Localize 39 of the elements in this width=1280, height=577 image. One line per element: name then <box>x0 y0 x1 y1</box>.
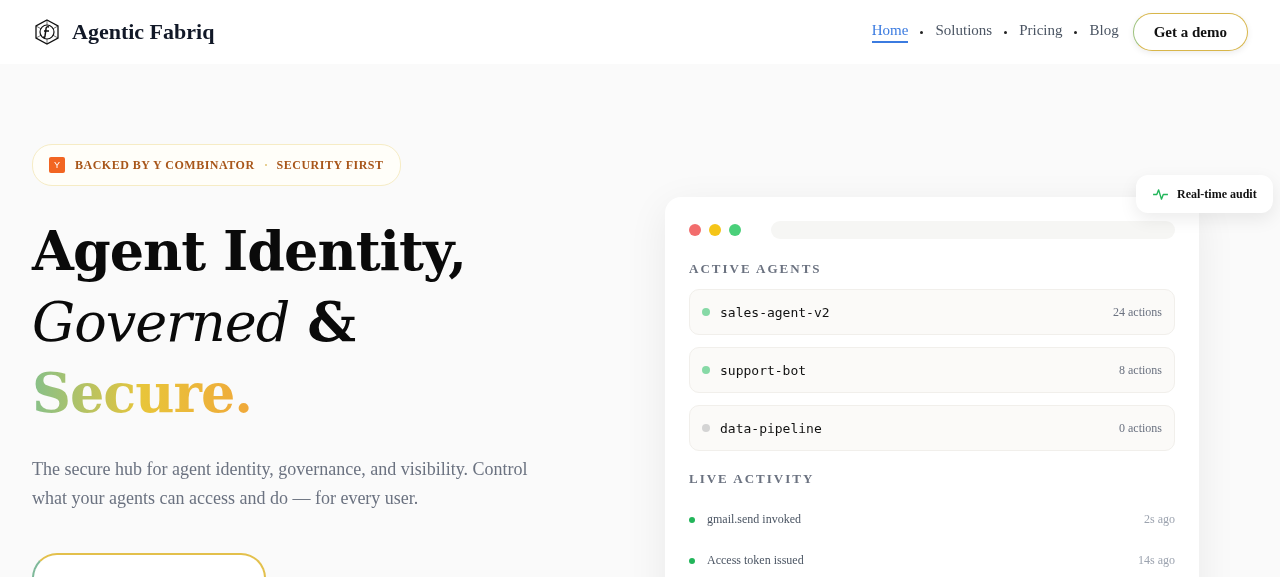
nav-link[interactable]: Pricing <box>1019 21 1063 43</box>
action-count: 24 actions <box>1113 304 1162 320</box>
headline-text: Agent Identity, <box>32 218 467 285</box>
audit-label: Real-time audit <box>1177 186 1257 202</box>
subtitle: The secure hub for agent identity, governance, and visibility. Control what your agents can access and do — for every user. <box>32 458 529 510</box>
separator-dot-icon <box>1004 30 1008 34</box>
nav-link[interactable]: Solutions <box>935 21 993 43</box>
activity-text: Access token issued <box>707 553 804 568</box>
brand-name: Agentic Fabriq <box>72 19 215 45</box>
headline-text: Governed <box>32 290 290 356</box>
action-count: 8 actions <box>1119 362 1162 378</box>
agent-row[interactable]: sales-agent-v2 24 actions <box>689 289 1175 335</box>
section-title: ACTIVE AGENTS <box>689 261 823 277</box>
yc-logo: Y <box>49 157 65 173</box>
nav-link[interactable]: Home <box>871 21 909 43</box>
status-dot-icon <box>689 557 695 564</box>
agent-row[interactable]: data-pipeline 0 actions <box>689 405 1175 451</box>
activity-time: 2s ago <box>1144 512 1175 527</box>
window-dot-icon <box>709 224 721 236</box>
nav-link[interactable]: Blog <box>1089 21 1119 43</box>
agent-name: sales-agent-v2 <box>720 304 830 320</box>
agent-name: support-bot <box>720 362 807 378</box>
action-count: 0 actions <box>1119 420 1162 436</box>
demo-button[interactable]: Get a demo <box>1132 13 1248 51</box>
activity-text: gmail.send invoked <box>707 512 801 527</box>
badge-text: BACKED BY Y COMBINATOR <box>75 157 255 173</box>
agent-name: data-pipeline <box>720 420 822 436</box>
separator-dot-icon <box>920 30 924 34</box>
pulse-icon <box>1152 187 1169 201</box>
window-dot-icon <box>689 224 701 236</box>
activity-time: 14s ago <box>1138 553 1175 568</box>
badge-text: SECURITY FIRST <box>276 157 384 173</box>
separator-dot-icon <box>1074 30 1078 34</box>
headline-text: & <box>307 289 355 356</box>
status-dot-icon <box>689 516 695 523</box>
agent-row[interactable]: support-bot 8 actions <box>689 347 1175 393</box>
logo-icon <box>34 19 60 45</box>
section-title: LIVE ACTIVITY <box>689 471 816 487</box>
window-dot-icon <box>729 224 741 236</box>
